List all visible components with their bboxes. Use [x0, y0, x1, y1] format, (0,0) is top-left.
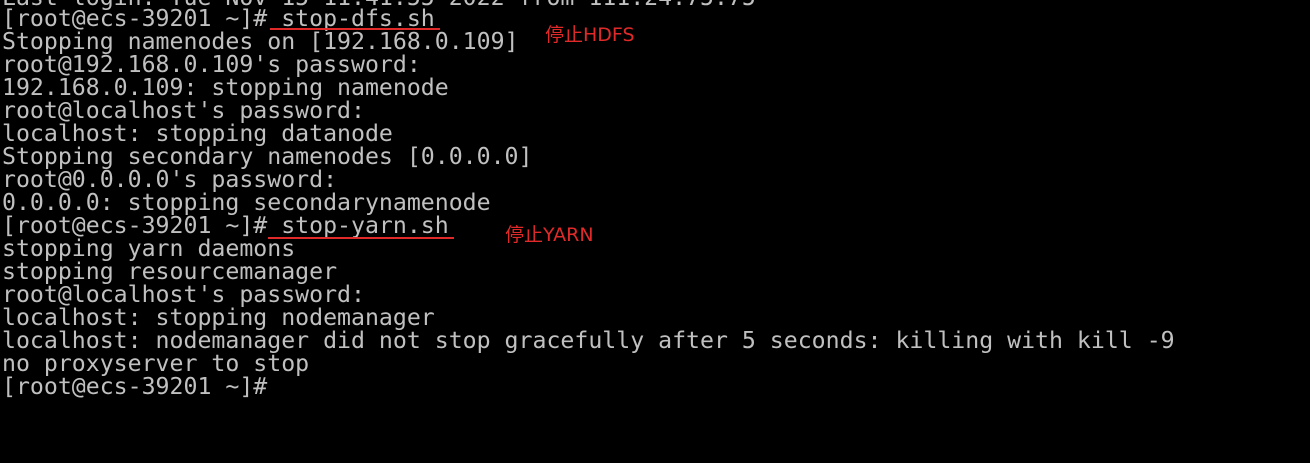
terminal-window[interactable]: Last login: Tue Nov 15 11:41:55 2022 fro… [0, 0, 1310, 463]
terminal-line: stopping yarn daemons [2, 235, 296, 262]
stop-yarn-underline [268, 237, 454, 239]
terminal-prompt: [root@ecs-39201 ~]# [2, 373, 268, 400]
annotation-stop-yarn: 停止YARN [505, 224, 594, 246]
terminal-line: localhost: stopping datanode [2, 120, 393, 147]
terminal-line: 0.0.0.0: stopping secondarynamenode [2, 189, 491, 216]
terminal-line: localhost: nodemanager did not stop grac… [2, 327, 1175, 354]
terminal-line: 192.168.0.109: stopping namenode [2, 74, 449, 101]
terminal-line-command-stop-dfs: [root@ecs-39201 ~]# stop-dfs.sh [2, 5, 435, 32]
terminal-line-command-stop-yarn: [root@ecs-39201 ~]# stop-yarn.sh [2, 212, 449, 239]
terminal-line: localhost: stopping nodemanager [2, 304, 435, 331]
terminal-line: no proxyserver to stop [2, 350, 310, 377]
terminal-line: stopping resourcemanager [2, 258, 338, 285]
terminal-line: root@192.168.0.109's password: [2, 51, 421, 78]
terminal-line: Stopping namenodes on [192.168.0.109] [2, 28, 519, 55]
terminal-line: Stopping secondary namenodes [0.0.0.0] [2, 143, 533, 170]
terminal-line: root@localhost's password: [2, 281, 365, 308]
annotation-stop-hdfs: 停止HDFS [545, 24, 635, 46]
stop-dfs-underline [270, 28, 440, 30]
terminal-line: root@0.0.0.0's password: [2, 166, 338, 193]
terminal-line: root@localhost's password: [2, 97, 365, 124]
